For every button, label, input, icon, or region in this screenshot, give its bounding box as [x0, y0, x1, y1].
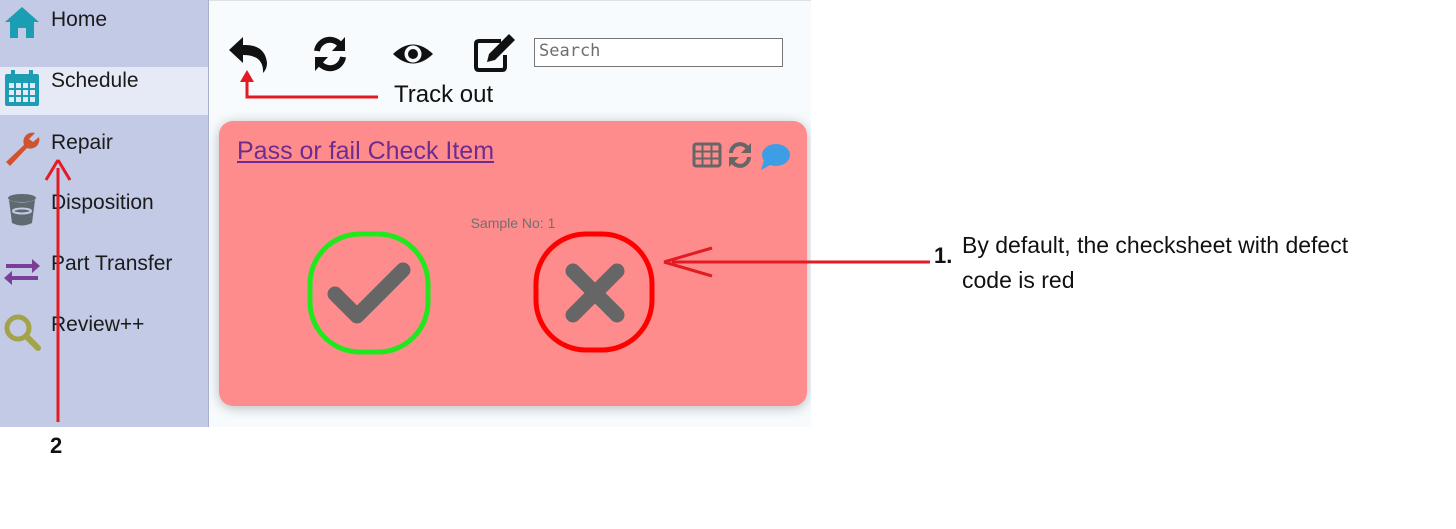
- repair-arrow: [44, 159, 72, 422]
- defect-note-arrow: [663, 246, 930, 278]
- arrow-number: 2: [50, 433, 63, 458]
- annotation-overlay: [44, 70, 930, 422]
- track-out-arrow: [240, 70, 378, 99]
- note-text-line2: code is red: [962, 267, 1075, 293]
- track-out-label: Track out: [394, 81, 494, 108]
- note-number: 1.: [934, 243, 953, 268]
- note-text-line1: By default, the checksheet with defect: [962, 232, 1349, 258]
